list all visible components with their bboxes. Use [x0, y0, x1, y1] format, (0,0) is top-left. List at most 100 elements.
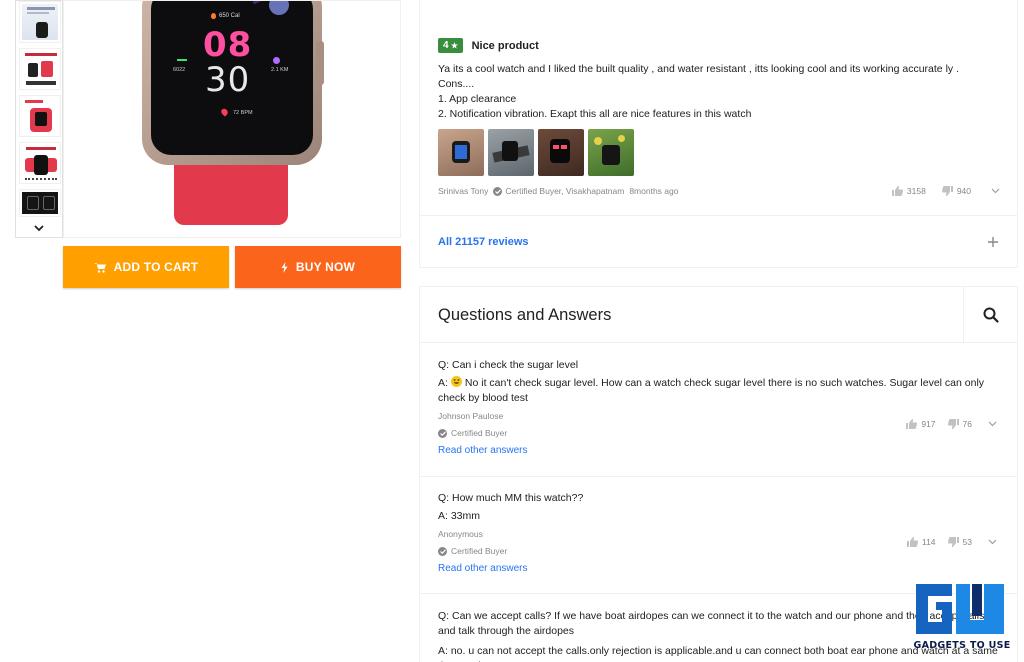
qa-header: Questions and Answers [420, 287, 1017, 343]
question: Q: Can i check the sugar level [438, 359, 579, 371]
answer-prefix: A: [438, 645, 448, 657]
watch-calories: 650 Cal [219, 13, 240, 19]
watch-minute: 30 [205, 60, 251, 100]
like-button[interactable]: 3158 [891, 186, 926, 196]
review-text: Ya its a cool watch and I liked the buil… [438, 62, 998, 122]
question: Q: How much MM this watch?? [438, 492, 584, 504]
chevron-down-icon [988, 539, 997, 545]
answer-prefix: A: [438, 377, 448, 389]
thumbnail-3[interactable] [19, 95, 61, 137]
watch-illustration: 650 Cal 08 30 6022 2.1 KM 72 BPM [138, 1, 328, 231]
thumbs-down-icon [947, 537, 959, 547]
buy-now-button[interactable]: BUY NOW [235, 246, 401, 288]
review-title: Nice product [471, 39, 539, 52]
add-to-cart-button[interactable]: ADD TO CART [63, 246, 229, 288]
qa-item: Q: How much MM this watch?? A: 33mm Anon… [420, 477, 1017, 594]
review-image-3[interactable] [538, 129, 584, 176]
qa-title: Questions and Answers [438, 306, 612, 324]
answer-votes: 917 76 [906, 419, 997, 429]
review-line: 2. Notification vibration. Exapt this al… [438, 108, 752, 120]
like-button[interactable]: 114 [906, 537, 936, 547]
thumbs-up-icon [891, 186, 903, 196]
add-to-cart-label: ADD TO CART [113, 260, 199, 274]
qa-item: Q: Can i check the sugar level A: No it c… [420, 344, 1017, 477]
check-circle-icon [438, 546, 447, 556]
watch-steps: 6022 [173, 67, 186, 73]
thumbnail-scroll-down[interactable] [16, 219, 62, 237]
read-other-answers-link[interactable]: Read other answers [438, 563, 998, 574]
divider [420, 215, 1017, 216]
dislike-button[interactable]: 53 [947, 537, 972, 547]
search-icon [983, 307, 999, 323]
watch-distance: 2.1 KM [271, 67, 289, 73]
like-count: 114 [921, 537, 936, 547]
thumbnail-2[interactable] [19, 48, 61, 90]
certified-label: Certified Buyer [451, 428, 508, 438]
product-image[interactable]: 650 Cal 08 30 6022 2.1 KM 72 BPM [63, 0, 401, 238]
chevron-down-icon [34, 224, 44, 231]
review-time: 8months ago [629, 186, 679, 196]
answer-prefix: A: [438, 510, 448, 522]
check-circle-icon [493, 186, 503, 196]
logo-text: GADGETS TO USE [913, 640, 1011, 651]
review-line: 1. App clearance [438, 93, 517, 105]
thumbnail-1[interactable] [19, 1, 61, 43]
chevron-down-icon [991, 188, 1000, 194]
buy-now-label: BUY NOW [295, 260, 356, 274]
answer-votes: 114 53 [906, 537, 997, 547]
thumbs-up-icon [906, 419, 918, 429]
read-other-answers-link[interactable]: Read other answers [438, 445, 998, 456]
dislike-count: 76 [962, 419, 972, 429]
review-image-1[interactable] [438, 129, 484, 176]
watch-bpm: 72 BPM [233, 110, 253, 116]
plus-icon[interactable] [987, 236, 999, 248]
review-line: Cons.... [438, 78, 475, 90]
dislike-button[interactable]: 940 [941, 186, 971, 196]
all-reviews-link[interactable]: All 21157 reviews [438, 236, 529, 248]
review-image-4[interactable] [588, 129, 634, 176]
thumbs-down-icon [941, 186, 953, 196]
gadgets-to-use-logo: GADGETS TO USE [908, 580, 1016, 654]
qa-search-button[interactable] [963, 287, 1017, 343]
certified-label: Certified Buyer, Visakhapatnam [505, 186, 625, 196]
review-line: Ya its a cool watch and I liked the buil… [438, 63, 959, 75]
product-page: 650 Cal 08 30 6022 2.1 KM 72 BPM ADD TO … [0, 0, 1024, 662]
thumbnail-strip [15, 0, 63, 238]
answer: A: 33mm [438, 509, 998, 524]
thumbnail-5[interactable] [19, 189, 61, 217]
watch-hour: 08 [203, 25, 253, 65]
grin-emoji-icon [450, 376, 462, 387]
certified-buyer: Certified Buyer [438, 428, 998, 438]
review-votes: 3158 940 [891, 186, 1000, 196]
lightning-icon [281, 261, 288, 273]
cart-icon [93, 262, 106, 273]
rating-badge: 4 [438, 38, 463, 53]
answer: A: No it can't check sugar level. How can… [438, 376, 998, 406]
dislike-count: 53 [962, 537, 972, 547]
star-icon [450, 42, 458, 49]
thumbnail-4[interactable] [19, 142, 61, 184]
certified-buyer: Certified Buyer [438, 546, 998, 556]
review-meta: Srinivas Tony Certified Buyer, Visakhapa… [438, 186, 1000, 196]
answer-options[interactable] [988, 421, 997, 427]
certified-buyer: Certified Buyer, Visakhapatnam [493, 186, 624, 196]
chevron-down-icon [988, 421, 997, 427]
answer-options[interactable] [988, 539, 997, 545]
review-image-2[interactable] [488, 129, 534, 176]
check-circle-icon [438, 428, 447, 438]
review-body: 4 Nice product Ya its a cool watch and I… [438, 38, 998, 176]
dislike-button[interactable]: 76 [947, 419, 972, 429]
like-button[interactable]: 917 [906, 419, 936, 429]
review-card: 4 Nice product Ya its a cool watch and I… [419, 0, 1018, 268]
review-options[interactable] [991, 188, 1000, 194]
dislike-count: 940 [956, 186, 971, 196]
certified-label: Certified Buyer [451, 546, 508, 556]
like-count: 917 [921, 419, 936, 429]
thumbs-up-icon [906, 537, 918, 547]
rating-value: 4 [443, 40, 449, 51]
answer-text: 33mm [450, 510, 481, 522]
logo-mark-icon [916, 584, 1004, 634]
like-count: 3158 [906, 186, 926, 196]
answer-text: No it can't check sugar level. How can a… [438, 377, 985, 404]
thumbs-down-icon [947, 419, 959, 429]
